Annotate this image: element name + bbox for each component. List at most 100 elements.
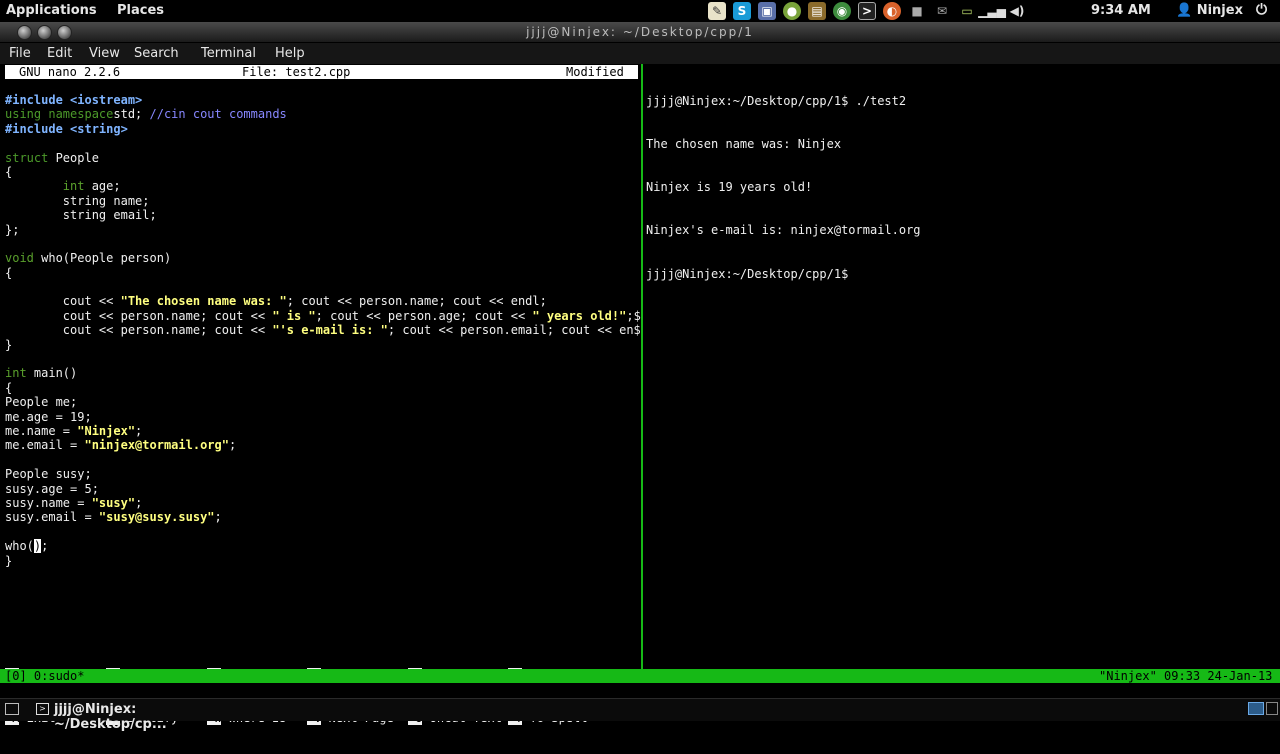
volume-icon[interactable]: ◀) — [1008, 2, 1026, 20]
code-token: People — [48, 150, 99, 165]
code-token: susy.name = — [5, 495, 92, 510]
code-token: std; — [113, 107, 150, 122]
code-line[interactable]: cout << person.name; cout << "'s e-mail … — [5, 323, 641, 337]
code-token: int — [5, 366, 27, 381]
code-token: #include <string> — [5, 121, 128, 136]
tmux-window-list[interactable]: [0] 0:sudo* — [5, 669, 84, 683]
code-line[interactable] — [5, 136, 641, 150]
nano-status: Modified — [566, 65, 624, 79]
code-line[interactable] — [5, 352, 641, 366]
code-line[interactable] — [5, 237, 641, 251]
code-token: "The chosen name was: " — [120, 294, 287, 309]
workspace-2-icon[interactable] — [1266, 702, 1278, 715]
code-line[interactable]: me.name = "Ninjex"; — [5, 424, 641, 438]
code-token: //cin cout commands — [149, 107, 287, 122]
workspace-1-icon[interactable] — [1248, 702, 1264, 715]
user-icon: 👤 — [1176, 3, 1193, 18]
code-token: "susy" — [91, 495, 136, 510]
mail-icon[interactable]: ✉ — [933, 2, 951, 20]
code-line[interactable]: #include <iostream> — [5, 93, 641, 107]
taskbar-terminal-button[interactable]: > jjjj@Ninjex: ~/Desktop/cp... — [30, 700, 246, 732]
code-line[interactable]: }; — [5, 223, 641, 237]
shell-pane[interactable]: jjjj@Ninjex:~/Desktop/cpp/1$ ./test2 The… — [645, 64, 1280, 669]
tmux-status-right: "Ninjex" 09:33 24-Jan-13 — [1099, 669, 1273, 683]
code-token: ; — [135, 495, 143, 510]
code-token: } — [5, 553, 13, 568]
code-line[interactable] — [5, 525, 641, 539]
terminal-menubar: File Edit View Search Terminal Help — [0, 43, 1280, 64]
code-token: #include <iostream> — [5, 93, 143, 107]
code-line[interactable]: struct People — [5, 151, 641, 165]
clock[interactable]: 9:34 AM — [1091, 3, 1151, 18]
code-line[interactable]: } — [5, 554, 641, 568]
power-icon[interactable]: ⏻ — [1256, 2, 1267, 18]
nano-filename: File: test2.cpp — [242, 65, 351, 79]
code-line[interactable]: void who(People person) — [5, 251, 641, 265]
code-line[interactable]: int age; — [5, 179, 641, 193]
nano-header: GNU nano 2.2.6 File: test2.cpp Modified — [5, 65, 638, 79]
signal-icon[interactable]: ▁▃▅ — [978, 2, 1006, 20]
code-line[interactable]: susy.email = "susy@susy.susy"; — [5, 510, 641, 524]
code-line[interactable]: string name; — [5, 194, 641, 208]
shell-output: jjjj@Ninjex:~/Desktop/cpp/1$ ./test2 The… — [646, 65, 921, 310]
code-token: " is " — [272, 308, 316, 323]
code-line[interactable]: } — [5, 338, 641, 352]
show-desktop-icon[interactable] — [5, 703, 19, 715]
code-token: ; — [41, 539, 49, 554]
menu-file[interactable]: File — [9, 46, 31, 61]
menu-terminal[interactable]: Terminal — [201, 46, 256, 61]
code-line[interactable]: susy.age = 5; — [5, 482, 641, 496]
battery-icon[interactable]: ▭ — [958, 2, 976, 20]
code-line[interactable]: #include <string> — [5, 122, 641, 136]
code-token: "susy@susy.susy" — [98, 510, 215, 525]
code-token: int — [62, 179, 85, 194]
code-token: who( — [5, 539, 34, 554]
code-line[interactable]: People me; — [5, 395, 641, 409]
nano-editor-pane[interactable]: GNU nano 2.2.6 File: test2.cpp Modified … — [0, 64, 641, 726]
code-line[interactable]: People susy; — [5, 467, 641, 481]
skype-icon[interactable]: S — [733, 2, 751, 20]
shell-line: Ninjex is 19 years old! — [646, 180, 813, 195]
stop-icon[interactable]: ■ — [908, 2, 926, 20]
code-line[interactable]: { — [5, 266, 641, 280]
pane-divider[interactable] — [641, 64, 643, 669]
applications-menu[interactable]: Applications — [6, 3, 97, 18]
code-line[interactable]: { — [5, 381, 641, 395]
battery-app-icon[interactable]: ● — [783, 2, 801, 20]
browser-icon[interactable]: ◉ — [833, 2, 851, 20]
code-line[interactable]: using namespacestd; //cin cout commands — [5, 107, 641, 121]
code-line[interactable]: string email; — [5, 208, 641, 222]
code-line[interactable] — [5, 453, 641, 467]
firefox-icon[interactable]: ◐ — [883, 2, 901, 20]
menu-help[interactable]: Help — [275, 46, 305, 61]
code-token: "ninjex@tormail.org" — [84, 438, 229, 453]
places-menu[interactable]: Places — [117, 3, 164, 18]
code-line[interactable]: cout << person.name; cout << " is "; cou… — [5, 309, 641, 323]
code-line[interactable] — [5, 280, 641, 294]
code-line[interactable]: me.age = 19; — [5, 410, 641, 424]
code-token: string email; — [5, 208, 157, 223]
user-menu[interactable]: 👤 Ninjex — [1176, 3, 1243, 18]
menu-search[interactable]: Search — [134, 46, 179, 61]
code-token: { — [5, 265, 13, 280]
menu-edit[interactable]: Edit — [47, 46, 72, 61]
nano-version: GNU nano 2.2.6 — [19, 65, 121, 79]
code-line[interactable]: me.email = "ninjex@tormail.org"; — [5, 438, 641, 452]
terminal-icon[interactable]: > — [858, 2, 876, 20]
code-token: ; cout << person.name; cout << endl; — [286, 294, 547, 309]
code-token: void — [5, 251, 34, 266]
user-name: Ninjex — [1196, 3, 1243, 18]
code-line[interactable]: who(); — [5, 539, 641, 554]
text-editor-icon[interactable]: ✎ — [708, 2, 726, 20]
code-line[interactable]: cout << "The chosen name was: "; cout <<… — [5, 294, 641, 308]
code-editor[interactable]: #include <iostream> using namespacestd; /… — [5, 93, 641, 568]
code-token: } — [5, 337, 13, 352]
code-line[interactable]: susy.name = "susy"; — [5, 496, 641, 510]
code-line[interactable]: { — [5, 165, 641, 179]
code-token: People susy; — [5, 467, 92, 482]
app-icon[interactable]: ▣ — [758, 2, 776, 20]
code-line[interactable]: int main() — [5, 366, 641, 380]
menu-view[interactable]: View — [89, 46, 120, 61]
archive-icon[interactable]: ▤ — [808, 2, 826, 20]
window-titlebar[interactable]: jjjj@Ninjex: ~/Desktop/cpp/1 — [0, 22, 1280, 43]
